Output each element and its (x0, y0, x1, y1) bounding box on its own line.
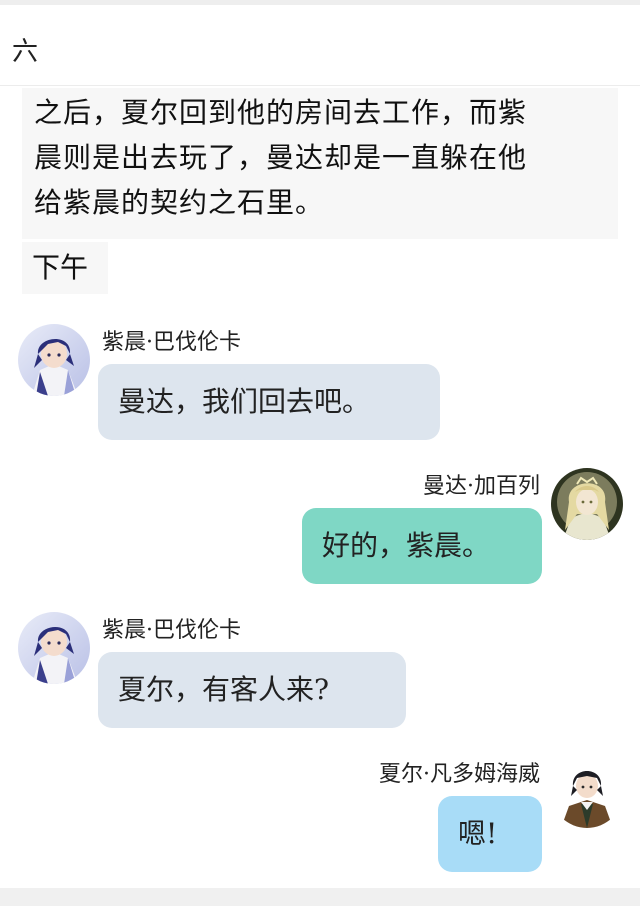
chat-story-page: 六 之后，夏尔回到他的房间去工作，而紫 晨则是出去玩了，曼达却是一直躲在他 给紫… (0, 0, 640, 906)
message-bubble: 好的，紫晨。 (302, 508, 542, 584)
purple-hair-boy-avatar[interactable] (18, 612, 90, 684)
message-bubble: 夏尔，有客人来? (98, 652, 406, 728)
chapter-header: 六 (0, 5, 640, 86)
narration-line: 晨则是出去玩了，曼达却是一直躲在他 (34, 141, 528, 174)
bottom-divider (0, 888, 640, 906)
speaker-name: 夏尔·凡多姆海威 (379, 762, 540, 787)
chapter-title: 六 (12, 37, 39, 67)
narration-line: 给紫晨的契约之石里。 (34, 186, 325, 219)
narration-line: 之后，夏尔回到他的房间去工作，而紫 (34, 96, 528, 129)
dark-hair-boy-avatar[interactable] (551, 756, 623, 828)
speaker-name: 紫晨·巴伐伦卡 (102, 330, 241, 355)
purple-hair-boy-avatar[interactable] (18, 324, 90, 396)
narration-block: 之后，夏尔回到他的房间去工作，而紫 晨则是出去玩了，曼达却是一直躲在他 给紫晨的… (22, 88, 618, 239)
speaker-name: 曼达·加百列 (423, 474, 540, 499)
blonde-girl-avatar[interactable] (551, 468, 623, 540)
speaker-name: 紫晨·巴伐伦卡 (102, 618, 241, 643)
message-bubble: 嗯! (438, 796, 542, 872)
message-bubble: 曼达，我们回去吧。 (98, 364, 440, 440)
time-label: 下午 (22, 242, 108, 294)
